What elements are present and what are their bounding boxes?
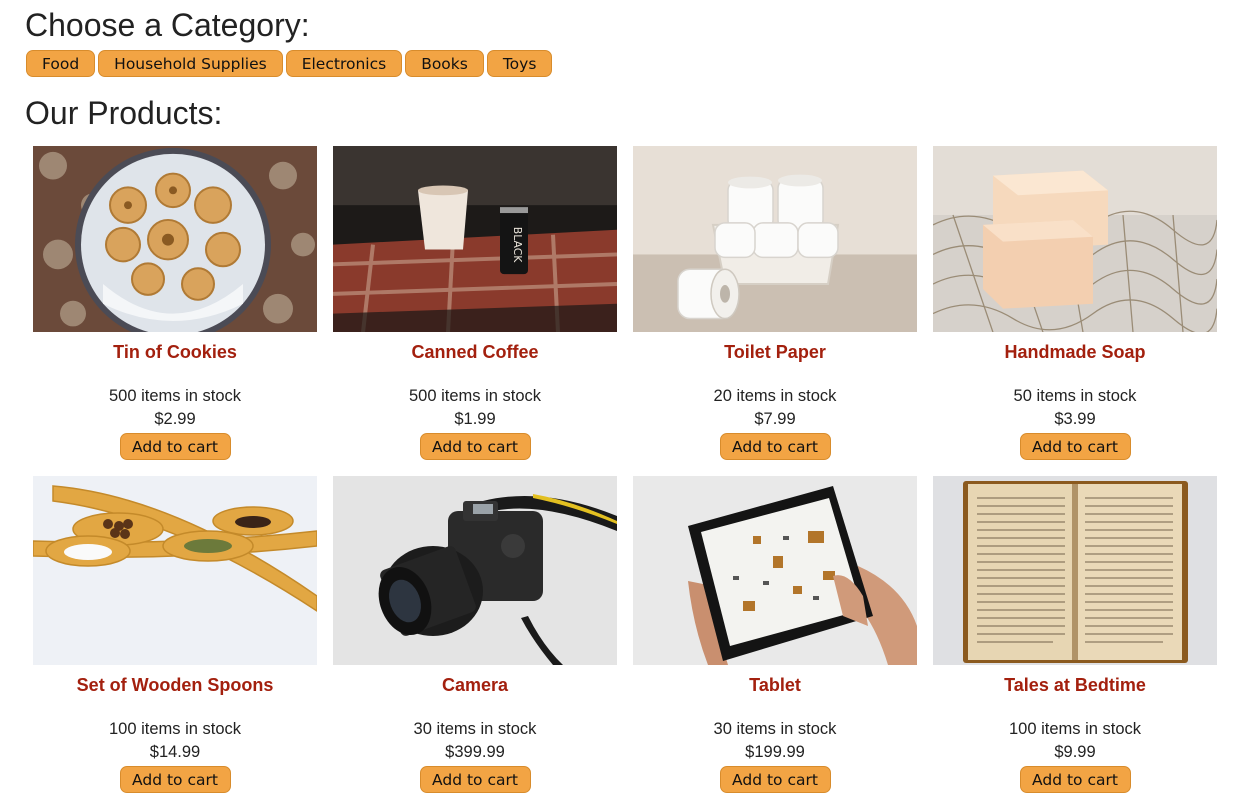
product-stock: 100 items in stock — [108, 720, 242, 738]
product-price: $199.99 — [745, 743, 805, 761]
product-price: $14.99 — [149, 743, 201, 761]
product-price: $3.99 — [1054, 410, 1096, 429]
add-to-cart-button[interactable]: Add to cart — [419, 433, 531, 460]
product-grid: Tin of Cookies 500 items in stock $2.99 … — [33, 146, 1217, 806]
product-name[interactable]: Tablet — [749, 675, 801, 696]
category-button-toys[interactable]: Toys — [486, 50, 553, 77]
product-card: Toilet Paper 20 items in stock $7.99 Add… — [633, 146, 917, 460]
product-stock: 500 items in stock — [408, 387, 542, 406]
product-stock: 30 items in stock — [713, 720, 837, 738]
category-bar: Food Household Supplies Electronics Book… — [26, 50, 553, 77]
product-price: $1.99 — [454, 410, 496, 429]
product-name[interactable]: Tin of Cookies — [113, 342, 237, 363]
category-heading: Choose a Category: — [25, 7, 310, 43]
product-card: Handmade Soap 50 items in stock $3.99 Ad… — [933, 146, 1217, 460]
product-image-coffee[interactable]: BLACK — [333, 146, 617, 333]
product-price: $7.99 — [754, 410, 796, 429]
product-card: Tales at Bedtime 100 items in stock $9.9… — [933, 476, 1217, 806]
product-image-soap[interactable] — [933, 146, 1217, 333]
product-image-cookies[interactable] — [33, 146, 317, 333]
product-image-camera[interactable] — [333, 476, 617, 665]
add-to-cart-button[interactable]: Add to cart — [1019, 766, 1131, 793]
product-stock: 100 items in stock — [1008, 720, 1142, 738]
category-button-food[interactable]: Food — [26, 50, 96, 77]
product-price: $9.99 — [1054, 743, 1096, 761]
product-name[interactable]: Handmade Soap — [1004, 342, 1145, 363]
product-card: Camera 30 items in stock $399.99 Add to … — [333, 476, 617, 806]
svg-text:BLACK: BLACK — [511, 227, 524, 263]
category-button-household-supplies[interactable]: Household Supplies — [98, 50, 283, 77]
product-name[interactable]: Tales at Bedtime — [1004, 675, 1146, 696]
product-price: $399.99 — [445, 743, 505, 761]
product-image-book[interactable] — [933, 476, 1217, 665]
add-to-cart-button[interactable]: Add to cart — [119, 433, 231, 460]
products-heading: Our Products: — [25, 95, 223, 131]
product-card: Set of Wooden Spoons 100 items in stock … — [33, 476, 317, 806]
add-to-cart-button[interactable]: Add to cart — [719, 766, 831, 793]
product-name[interactable]: Canned Coffee — [411, 342, 538, 363]
product-card: BLACK Canned Coffee 500 items in stock $… — [333, 146, 617, 460]
product-name[interactable]: Camera — [442, 675, 508, 696]
product-image-tablet[interactable] — [633, 476, 917, 665]
product-card: Tablet 30 items in stock $199.99 Add to … — [633, 476, 917, 806]
product-stock: 20 items in stock — [713, 387, 837, 406]
product-image-spoons[interactable] — [33, 476, 317, 665]
add-to-cart-button[interactable]: Add to cart — [719, 433, 831, 460]
product-name[interactable]: Toilet Paper — [724, 342, 826, 363]
product-card: Tin of Cookies 500 items in stock $2.99 … — [33, 146, 317, 460]
product-stock: 500 items in stock — [108, 387, 242, 406]
add-to-cart-button[interactable]: Add to cart — [419, 766, 531, 793]
add-to-cart-button[interactable]: Add to cart — [119, 766, 231, 793]
product-price: $2.99 — [154, 410, 196, 429]
category-button-books[interactable]: Books — [405, 50, 484, 77]
product-image-toilet-paper[interactable] — [633, 146, 917, 333]
product-name[interactable]: Set of Wooden Spoons — [77, 675, 274, 696]
add-to-cart-button[interactable]: Add to cart — [1019, 433, 1131, 460]
category-button-electronics[interactable]: Electronics — [285, 50, 403, 77]
product-stock: 30 items in stock — [413, 720, 537, 738]
product-stock: 50 items in stock — [1013, 387, 1137, 406]
